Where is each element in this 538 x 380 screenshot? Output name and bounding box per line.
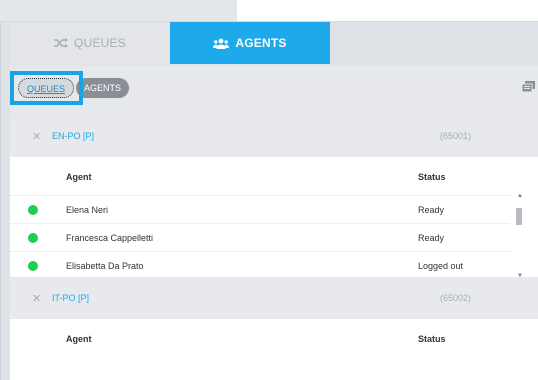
agent-name: Elena Neri <box>66 205 109 215</box>
agent-name: Elisabetta Da Prato <box>66 261 144 271</box>
queue-header[interactable]: ✕ IT-PO [P] (65002) <box>10 277 538 319</box>
agent-column-header: Agent <box>66 334 92 344</box>
scrollbar-thumb[interactable] <box>516 208 522 225</box>
top-strip-left <box>0 0 237 22</box>
queue-header[interactable]: ✕ EN-PO [P] (65001) <box>10 115 538 157</box>
toggle-agents-button[interactable]: AGENTS <box>76 78 130 98</box>
status-column-header: Status <box>418 334 446 344</box>
tab-queues[interactable]: QUEUES <box>10 22 170 64</box>
status-dot-icon <box>28 233 38 243</box>
status-column-header: Status <box>418 172 446 182</box>
queue-list: ✕ EN-PO [P] (65001) Agent Status Elena N… <box>10 115 538 380</box>
tab-agents[interactable]: AGENTS <box>170 22 330 64</box>
queue-number: (65001) <box>440 131 472 141</box>
close-icon[interactable]: ✕ <box>32 130 41 143</box>
users-icon <box>213 38 230 49</box>
scroll-down-icon[interactable]: ▼ <box>517 273 523 279</box>
layout-toggle-icon[interactable] <box>522 81 535 92</box>
agents-panel: QUEUES AGENTS QUEUES AGENTS ✕ EN-PO [P] … <box>0 22 538 380</box>
table-header: Agent Status <box>10 157 510 195</box>
table-row[interactable]: Francesca Cappelletti Ready <box>10 223 510 251</box>
status-dot-icon <box>28 261 38 271</box>
tab-queues-label: QUEUES <box>74 36 126 50</box>
agent-status: Ready <box>418 233 445 243</box>
queue-name: IT-PO [P] <box>52 293 90 303</box>
view-toggle: QUEUES AGENTS <box>18 78 130 98</box>
agent-column-header: Agent <box>66 172 92 182</box>
top-strip-right <box>237 0 538 22</box>
queue-number: (65002) <box>440 293 472 303</box>
table-row[interactable]: Elisabetta Da Prato Logged out <box>10 251 510 279</box>
shuffle-icon <box>54 38 69 48</box>
table-header: Agent Status <box>10 319 510 357</box>
queue-name: EN-PO [P] <box>52 131 95 141</box>
table-row[interactable]: Elena Neri Ready <box>10 195 510 223</box>
scroll-up-icon[interactable]: ▲ <box>517 193 523 199</box>
toggle-queues-button[interactable]: QUEUES <box>18 78 75 98</box>
close-icon[interactable]: ✕ <box>32 292 41 305</box>
agent-status: Ready <box>418 205 445 215</box>
status-dot-icon <box>28 205 38 215</box>
tab-agents-label: AGENTS <box>235 36 287 50</box>
agent-status: Logged out <box>418 261 464 271</box>
view-toolbar: QUEUES AGENTS <box>10 65 538 115</box>
agent-name: Francesca Cappelletti <box>66 233 154 243</box>
main-tabs: QUEUES AGENTS <box>10 22 330 64</box>
